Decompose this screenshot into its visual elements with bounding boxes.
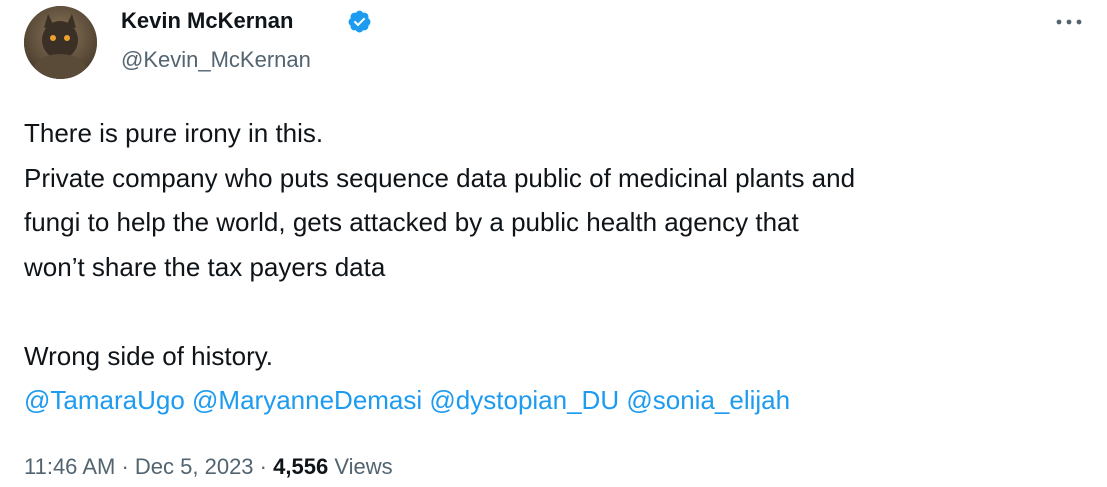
mention-link[interactable]: @TamaraUgo — [24, 385, 185, 415]
more-horizontal-icon[interactable] — [1053, 10, 1085, 34]
views-label[interactable]: Views — [334, 454, 392, 479]
mention-link[interactable]: @dystopian_DU — [429, 385, 619, 415]
mention-link[interactable]: @MaryanneDemasi — [192, 385, 422, 415]
meta-separator: · — [121, 454, 129, 479]
mentions-line: @TamaraUgo @MaryanneDemasi @dystopian_DU… — [24, 378, 1094, 423]
author-handle[interactable]: @Kevin_McKernan — [121, 46, 311, 74]
tweet-line: Private company who puts sequence data p… — [24, 162, 856, 193]
tweet-line: Wrong side of history. — [24, 340, 274, 371]
mention-link[interactable]: @sonia_elijah — [626, 385, 790, 415]
tweet-line: fungi to help the world, gets attacked b… — [24, 207, 799, 237]
tweet-date[interactable]: Dec 5, 2023 — [135, 454, 254, 479]
avatar[interactable] — [24, 6, 97, 79]
verified-badge-icon — [348, 10, 371, 33]
tweet-text: There is pure irony in this. Private com… — [24, 111, 1094, 423]
views-count[interactable]: 4,556 — [273, 454, 328, 479]
author-name[interactable]: Kevin McKernan — [121, 6, 293, 36]
tweet-time[interactable]: 11:46 AM — [24, 454, 115, 479]
tweet-meta: 11:46 AM · Dec 5, 2023 · 4,556 Views — [24, 452, 393, 482]
tweet-line: There is pure irony in this. — [24, 118, 324, 148]
tweet-card: Kevin McKernan @Kevin_McKernan There is … — [0, 0, 1107, 487]
meta-separator: · — [259, 454, 267, 479]
tweet-line: won’t share the tax payers data — [24, 251, 386, 282]
